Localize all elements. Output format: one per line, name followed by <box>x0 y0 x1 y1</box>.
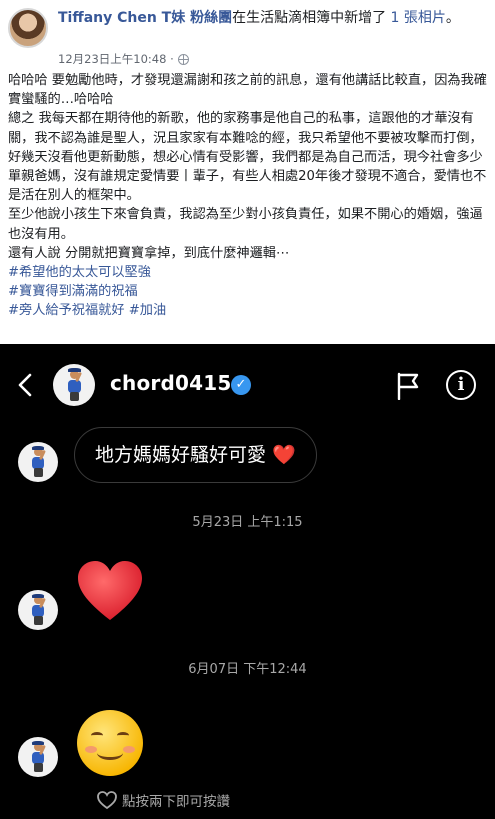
like-hint: 點按兩下即可按讚 <box>96 790 230 810</box>
back-arrow-icon[interactable] <box>16 372 34 398</box>
message-timestamp: 5月23日 上午1:15 <box>192 515 303 530</box>
author-avatar[interactable] <box>8 8 48 48</box>
contact-avatar[interactable] <box>53 364 95 406</box>
hashtag-link[interactable]: #希望他的太太可以堅強 <box>8 263 488 282</box>
post-paragraph: 還有人說 分開就把寶寶拿掉，到底什麼神邏輯⋯ <box>8 245 290 261</box>
flag-icon[interactable] <box>396 372 420 400</box>
post-action-text: 在生活點滴相簿中新增了 <box>232 10 387 26</box>
instagram-dm-screenshot: chord0415 ✓ i 地方媽媽好騷好可愛 ❤️ 5月23日 上午1:15 … <box>0 344 495 819</box>
info-icon[interactable]: i <box>446 370 476 400</box>
heart-outline-icon[interactable] <box>96 790 118 810</box>
message-timestamp: 6月07日 下午12:44 <box>188 662 307 677</box>
post-timestamp-row: 12月23日上午10:48 · <box>58 51 189 67</box>
photo-count-link[interactable]: 1 張相片 <box>386 10 446 26</box>
post-paragraph: 總之 我每天都在期待他的新歌，他的家務事是他自己的私事，這跟他的才華沒有關，我不… <box>8 111 487 204</box>
post-header: Tiffany Chen T妹 粉絲團在生活點滴相簿中新增了 1 張相片。 <box>58 9 478 28</box>
sender-avatar[interactable] <box>18 590 58 630</box>
verified-badge-icon: ✓ <box>231 375 251 395</box>
post-paragraph: 至少他說小孩生下來會負責，我認為至少對小孩負責任，如果不開心的婚姻，強逼也沒有用… <box>8 207 483 242</box>
heart-icon[interactable] <box>74 556 146 628</box>
message-text: 地方媽媽好騷好可愛 <box>95 444 273 466</box>
post-timestamp[interactable]: 12月23日上午10:48 · <box>58 51 174 67</box>
message-bubble[interactable]: 地方媽媽好騷好可愛 ❤️ <box>74 427 317 483</box>
author-name-link[interactable]: Tiffany Chen T妹 粉絲團 <box>58 10 232 26</box>
post-action-end: 。 <box>445 10 460 26</box>
hashtag-link[interactable]: #寶寶得到滿滿的祝福 <box>8 282 488 301</box>
sender-avatar[interactable] <box>18 442 58 482</box>
sender-avatar[interactable] <box>18 737 58 777</box>
globe-icon <box>177 53 189 65</box>
like-hint-text: 點按兩下即可按讚 <box>122 794 230 810</box>
hashtag-link[interactable]: #旁人給予祝福就好 #加油 <box>8 301 488 320</box>
heart-emoji: ❤️ <box>272 444 296 466</box>
post-body: 哈哈哈 要勉勵他時，才發現還漏謝和孩之前的訊息，還有他講話比較直，因為我確實蠻騷… <box>8 71 488 321</box>
post-paragraph: 哈哈哈 要勉勵他時，才發現還漏謝和孩之前的訊息，還有他講話比較直，因為我確實蠻騷… <box>8 73 487 108</box>
dm-header: chord0415 ✓ i <box>0 344 495 426</box>
facebook-post: Tiffany Chen T妹 粉絲團在生活點滴相簿中新增了 1 張相片。 12… <box>0 0 495 340</box>
smiling-face-icon[interactable] <box>77 710 143 776</box>
contact-username[interactable]: chord0415 <box>110 371 231 395</box>
